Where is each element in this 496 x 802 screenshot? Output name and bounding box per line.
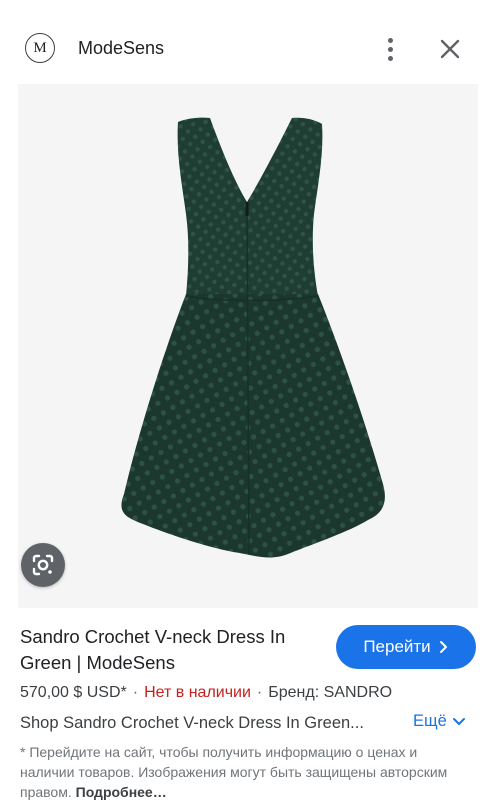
site-name: ModeSens	[78, 38, 165, 58]
availability-status: Нет в наличии	[144, 684, 251, 701]
more-button[interactable]: Ещё	[413, 712, 466, 731]
product-image[interactable]	[18, 84, 478, 608]
brand: Бренд: SANDRO	[268, 684, 393, 701]
result-description: Shop Sandro Crochet V-neck Dress In Gree…	[20, 714, 364, 732]
site-logo: M	[25, 33, 55, 63]
chevron-down-icon	[452, 717, 465, 725]
separator: ·	[132, 684, 139, 701]
google-lens-icon[interactable]	[21, 543, 65, 587]
learn-more-link[interactable]: Подробнее…	[76, 784, 167, 800]
close-icon[interactable]	[436, 35, 464, 63]
logo-letter: M	[33, 39, 47, 56]
product-meta: 570,00 $ USD* · Нет в наличии · Бренд: SANDR…	[20, 684, 392, 702]
visit-button[interactable]: Перейти	[336, 625, 476, 669]
result-title[interactable]: Sandro Crochet V-neck Dress In Green | M…	[20, 624, 320, 676]
top-bar: M ModeSens	[0, 0, 496, 84]
more-vert-icon[interactable]	[378, 34, 402, 64]
separator: ·	[256, 684, 263, 701]
price: 570,00 $ USD*	[20, 684, 127, 701]
more-label: Ещё	[413, 712, 447, 730]
chevron-right-icon	[439, 641, 447, 653]
disclaimer: * Перейдите на сайт, чтобы получить инфо…	[20, 742, 470, 802]
dress-illustration	[121, 117, 385, 558]
dress-skirt	[121, 294, 385, 558]
dress-bodice	[177, 117, 323, 297]
visit-button-label: Перейти	[363, 637, 431, 656]
